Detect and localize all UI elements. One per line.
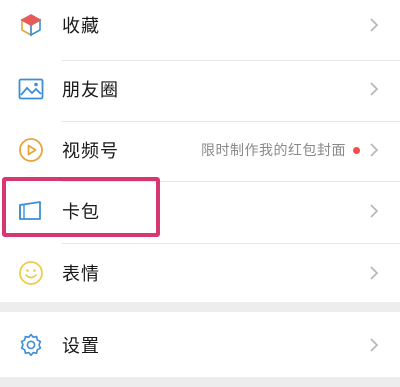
menu-item-label: 设置	[62, 335, 100, 357]
chevron-right-icon	[368, 201, 380, 221]
menu-item-card-wallet[interactable]: 卡包	[0, 182, 400, 240]
menu-item-channels[interactable]: 视频号 限时制作我的红包封面	[0, 122, 400, 178]
chevron-right-icon	[368, 335, 380, 355]
channels-play-icon	[18, 137, 44, 163]
chevron-right-icon	[368, 15, 380, 35]
bottom-spacer	[0, 377, 400, 387]
menu-item-label: 收藏	[62, 16, 100, 37]
red-dot-badge	[353, 146, 360, 154]
channels-promo-text: 限时制作我的红包封面	[201, 143, 346, 159]
chevron-right-icon	[368, 263, 380, 283]
chevron-right-icon	[368, 79, 380, 99]
menu-group-settings: 设置	[0, 312, 400, 377]
menu-item-moments[interactable]: 朋友圈	[0, 61, 400, 117]
moments-image-icon	[18, 76, 44, 102]
emoji-smiley-icon	[18, 260, 44, 286]
menu-item-label: 卡包	[62, 202, 100, 223]
chevron-right-icon	[368, 140, 380, 160]
menu-item-settings[interactable]: 设置	[0, 312, 400, 377]
card-wallet-icon	[18, 198, 44, 224]
menu-item-label: 表情	[62, 264, 100, 285]
menu-item-label: 朋友圈	[62, 80, 119, 101]
menu-item-label: 视频号	[62, 141, 119, 162]
menu-group-main: 收藏 朋友圈 视频号 限时制作我的红包封面 卡包 表情	[0, 0, 400, 302]
settings-gear-icon	[18, 332, 44, 358]
favorites-cube-icon	[18, 12, 44, 38]
menu-item-emoji[interactable]: 表情	[0, 244, 400, 302]
menu-item-favorites[interactable]: 收藏	[0, 0, 400, 50]
